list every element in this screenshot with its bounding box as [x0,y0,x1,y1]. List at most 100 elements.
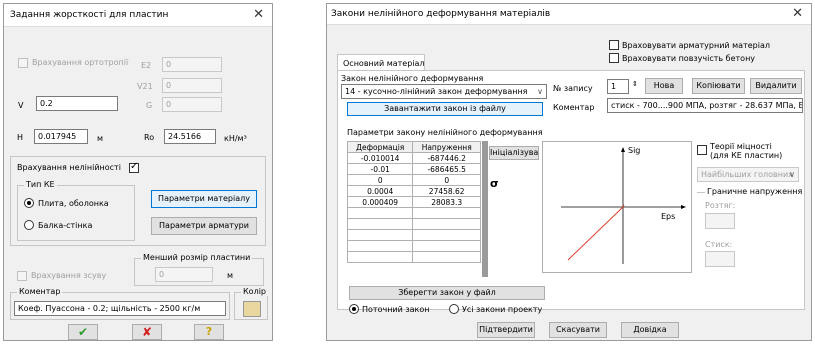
v-field[interactable]: 0.2 [36,96,118,111]
radio-plate[interactable] [24,198,34,208]
tension-field[interactable] [705,213,735,229]
ok-button[interactable]: ✔ [68,324,98,340]
graph-x-label: Eps [661,212,676,221]
copy-record-button[interactable]: Копіювати [692,78,745,94]
table-cell[interactable]: 0.0004 [346,185,414,197]
table-cell[interactable]: 0.000409 [346,196,414,208]
spin-arrows-icon[interactable]: ⇕ [632,80,638,88]
table-row-empty[interactable] [346,218,481,230]
table-cell[interactable]: -0.010014 [346,152,414,164]
tab-main-material[interactable]: Основний матеріал [337,54,425,71]
compression-label: Стиск: [705,240,733,249]
g-field[interactable]: 0 [162,97,222,112]
table-cell[interactable]: -0.01 [346,163,414,175]
rebar-params-button[interactable]: Параметри арматури [151,217,257,235]
close-icon[interactable]: ✕ [792,6,803,21]
table-cell[interactable]: 0 [412,174,481,186]
radio-beam-label: Балка-стінка [38,221,93,230]
limit-stress-group: Граничне напруження Розтяг: Стиск: [697,187,805,284]
cancel-button[interactable]: Скасувати [549,322,607,338]
tab-label: Основний матеріал [343,59,425,68]
table-row[interactable]: 00 [346,174,481,186]
table-cell[interactable] [412,240,481,252]
material-params-button[interactable]: Параметри матеріалу [151,190,257,208]
save-law-button[interactable]: Зберегти закон у файл [349,286,545,300]
load-law-button[interactable]: Завантажити закон із файлу [347,102,543,116]
check-icon: ✔ [77,325,89,339]
law-graph [561,147,686,264]
min-size-label: Менший розмір пластини [141,253,253,262]
comment-field[interactable]: Коеф. Пуассона - 0.2; щільність - 2500 к… [14,301,226,316]
h-field[interactable]: 0.017945 [34,129,88,144]
table-cell[interactable]: 28083.3 [412,196,481,208]
law-value: 14 - кусочно-лінійний закон деформування [345,87,528,96]
limit-stress-label: Граничне напруження [705,187,805,196]
confirm-button[interactable]: Підтвердити [477,322,535,338]
law-curve-segment [567,206,624,261]
table-scrollbar[interactable] [482,141,488,277]
table-row-empty[interactable] [346,229,481,241]
table-cell[interactable] [412,229,481,241]
table-row-empty[interactable] [346,207,481,219]
close-icon[interactable]: ✕ [253,7,264,22]
record-label: № запису [553,84,593,93]
record-spinner[interactable]: 1 [607,79,629,94]
table-cell[interactable]: 27458.62 [412,185,481,197]
strength-theory-checkbox[interactable] [697,145,707,155]
table-cell[interactable]: -686465.5 [412,163,481,175]
table-cell[interactable] [346,218,414,230]
comment-field[interactable]: стиск - 700....900 МПА, розтяг - 28.637 … [607,98,803,113]
help-dialog-button[interactable]: ? [194,324,224,340]
cross-icon: ✘ [141,325,153,339]
chevron-down-icon: ∨ [789,170,795,179]
table-cell[interactable]: 0 [346,174,414,186]
ro-field[interactable]: 24.5166 [164,129,216,144]
table-cell[interactable] [412,207,481,219]
concrete-creep-checkbox[interactable] [609,53,619,63]
table-row[interactable]: -0.01 -686465.5 [346,163,481,175]
plate-stiffness-dialog: Задання жорсткості для пластин ✕ Врахува… [3,3,273,341]
params-table: Деформація Напруження -0.010014 -687446.2… [346,141,481,263]
v-label: V [18,101,24,110]
table-cell[interactable]: -687446.2 [412,152,481,164]
record-value: 1 [611,82,617,91]
cancel-dialog-button[interactable]: ✘ [132,324,162,340]
table-row-empty[interactable] [346,251,481,263]
table-cell[interactable] [346,240,414,252]
table-cell[interactable] [346,229,414,241]
table-cell[interactable] [346,251,414,263]
table-cell[interactable] [346,207,414,219]
min-size-field[interactable]: 0 [155,267,213,282]
y-axis-arrow-icon [621,147,625,152]
v21-field[interactable]: 0 [162,78,222,93]
comment-label: Коментар [553,103,595,112]
radio-all-laws[interactable] [449,304,459,314]
radio-beam[interactable] [24,220,34,230]
rebar-material-checkbox[interactable] [609,40,619,50]
table-row[interactable]: 0.000409 28083.3 [346,196,481,208]
nonlinearity-label: Врахування нелінійності [17,163,121,172]
delete-record-button[interactable]: Видалити [750,78,802,94]
color-swatch[interactable] [243,301,261,317]
e2-field[interactable]: 0 [162,57,222,72]
table-cell[interactable] [412,251,481,263]
strength-theory-combobox[interactable]: Найбільших головних ∨ [697,167,799,182]
h-unit: м [97,134,104,143]
table-row-empty[interactable] [346,240,481,252]
x-axis-arrow-icon [681,205,686,209]
compression-field[interactable] [705,251,735,267]
law-combobox[interactable]: 14 - кусочно-лінійний закон деформування… [341,84,547,99]
shear-checkbox[interactable] [17,271,27,281]
radio-current-law[interactable] [349,304,359,314]
new-record-button[interactable]: Нова [645,78,683,94]
strength-theory-label-1: Теорії міцності [710,142,772,151]
table-row[interactable]: 0.0004 27458.62 [346,185,481,197]
help-button[interactable]: Довідка [621,322,679,338]
nonlinearity-checkbox[interactable] [129,161,139,173]
graph-area: Sig Eps [542,141,692,273]
table-row[interactable]: -0.010014 -687446.2 [346,152,481,164]
orthotropy-checkbox[interactable] [18,58,28,68]
table-cell[interactable] [412,218,481,230]
init-button[interactable]: Ініціалізувати [489,146,539,160]
ro-unit: кН/м³ [224,134,247,143]
